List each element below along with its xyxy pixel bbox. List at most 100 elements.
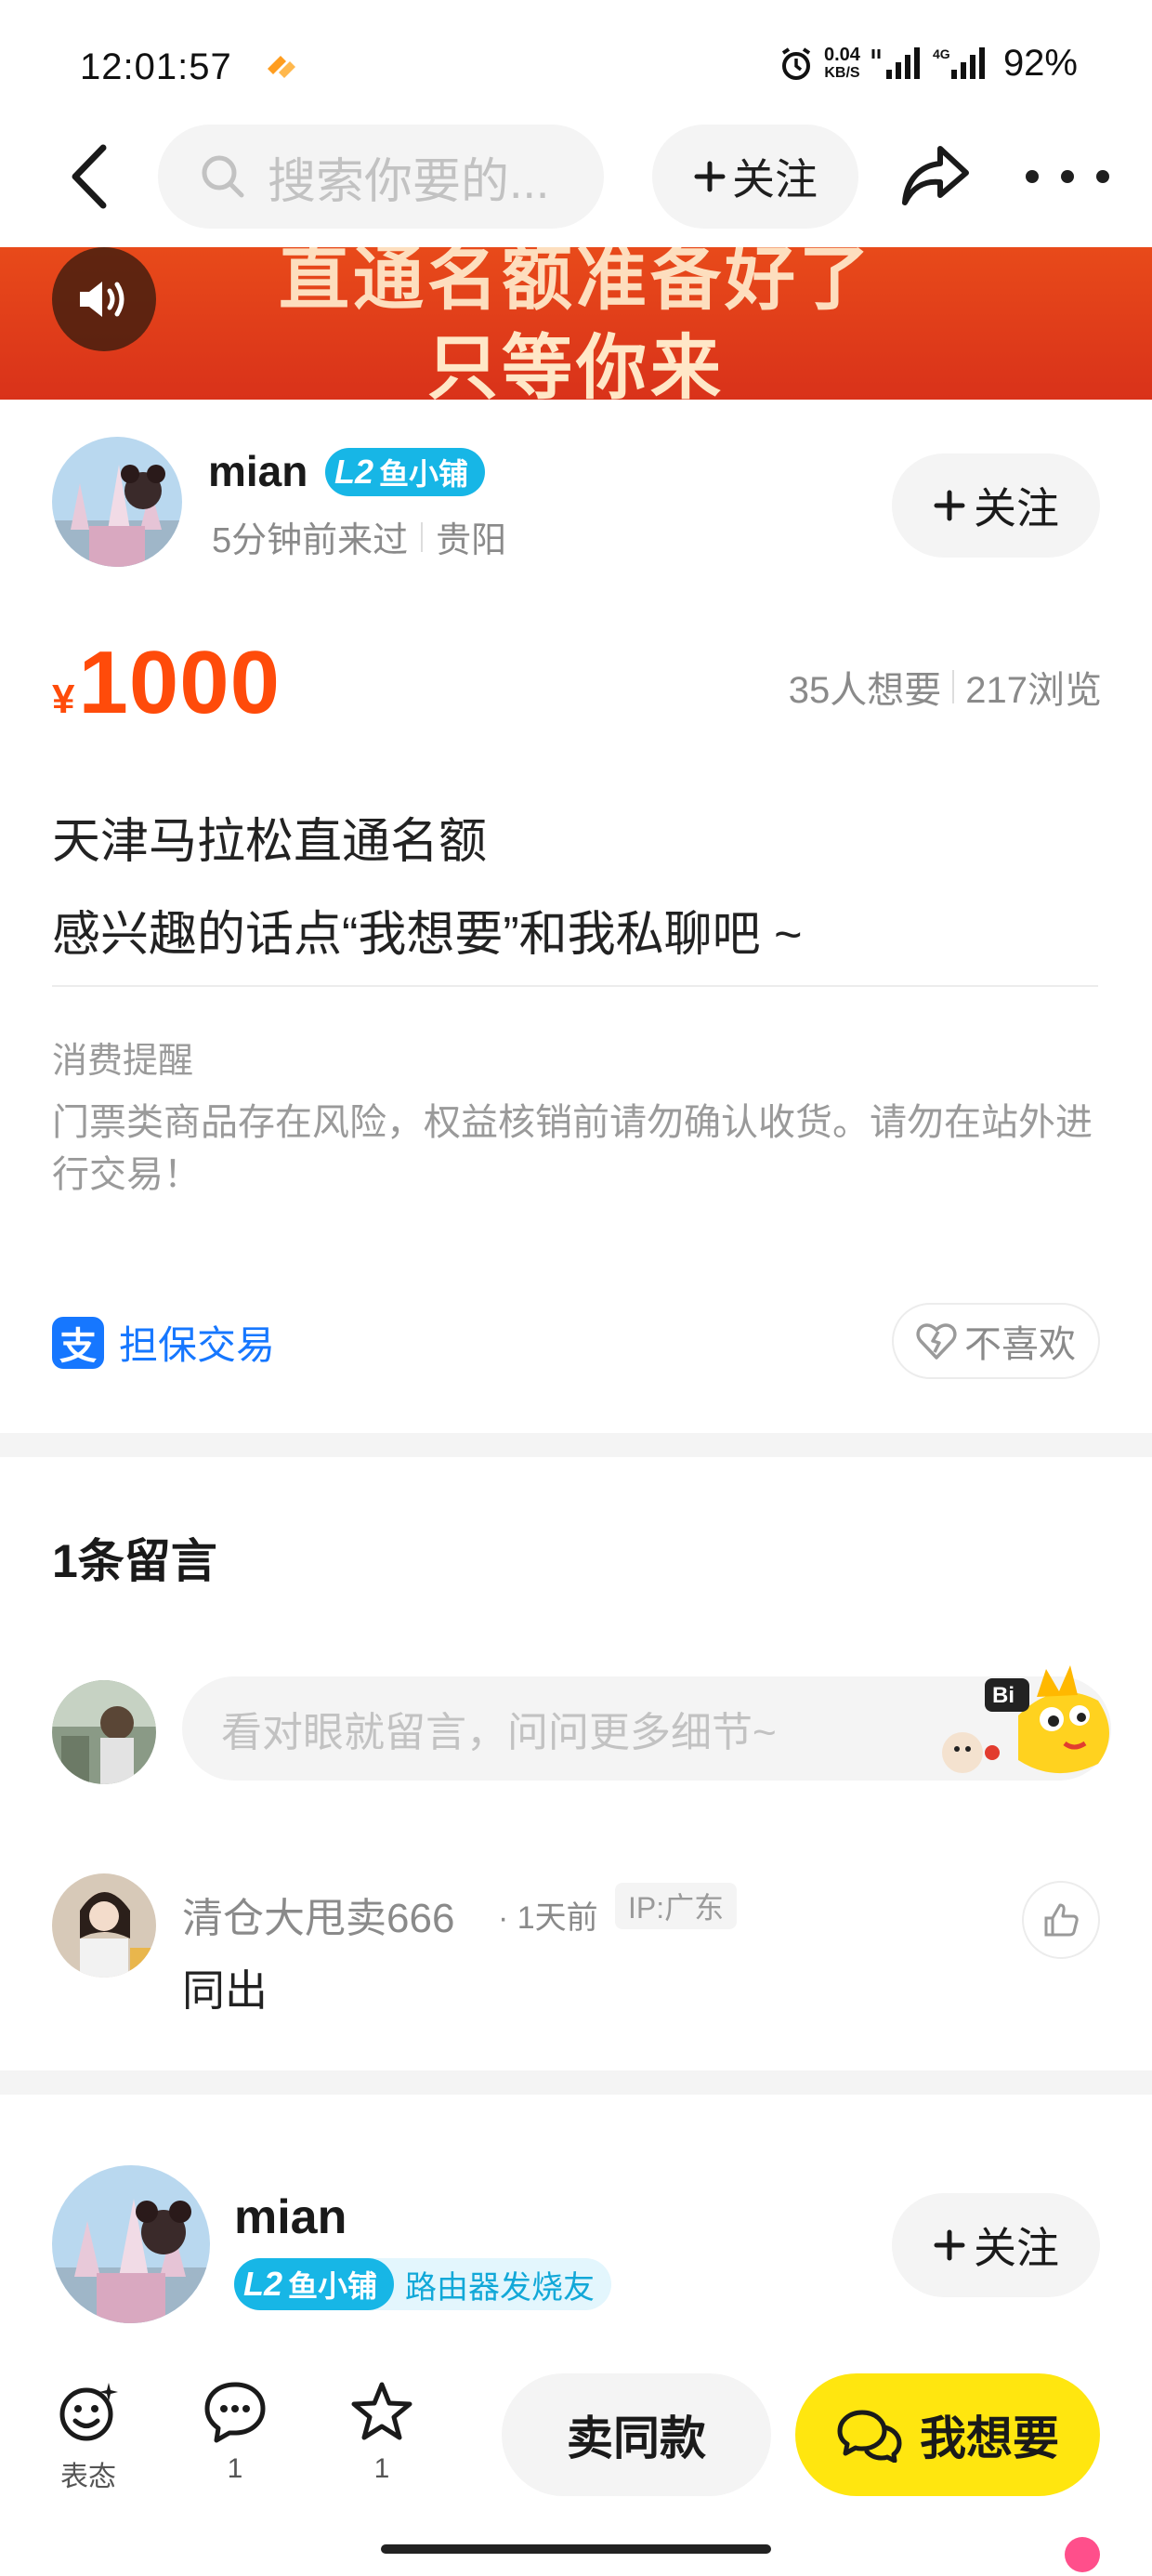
comments-title: 1条留言 — [52, 1535, 217, 1587]
guarantee-trade-link[interactable]: 支 担保交易 — [52, 1314, 275, 1371]
level-label: L2 — [243, 2265, 283, 2303]
back-arrow-icon — [72, 144, 107, 209]
app-notification-icon — [268, 56, 295, 78]
like-comment-button[interactable] — [1022, 1881, 1100, 1959]
app-logo-icon — [1065, 2537, 1100, 2572]
battery-level: 92% — [1002, 43, 1078, 84]
top-nav: 搜索你要的... 关注 — [0, 121, 1152, 232]
interest-tag: 路由器发烧友 — [405, 2269, 596, 2306]
alipay-icon: 支 — [52, 1316, 104, 1369]
want-label: 我想要 — [920, 2412, 1059, 2464]
status-indicators: 0.04 KB/S 4G 92% — [778, 43, 1078, 85]
share-icon — [902, 146, 969, 205]
react-label: 表态 — [60, 2462, 116, 2492]
signal-4g-icon — [871, 46, 920, 79]
commenter-name[interactable]: 清仓大甩卖666 — [182, 1885, 454, 1944]
comment-placeholder: 看对眼就留言，问问更多细节~ — [221, 1710, 777, 1755]
ip-tag: IP:广东 — [615, 1883, 738, 1929]
comment-item: 清仓大甩卖666 · 1天前 IP:广东 同出 — [0, 1868, 1152, 2026]
dot-icon — [1096, 170, 1109, 183]
svg-text:4G: 4G — [933, 46, 950, 61]
shop-label: 鱼小铺 — [288, 2269, 378, 2303]
sell-same-button[interactable]: 卖同款 — [502, 2373, 771, 2496]
comment-button[interactable]: 1 — [184, 2379, 286, 2485]
seller-avatar[interactable] — [52, 437, 182, 567]
my-avatar — [52, 1680, 156, 1784]
avatar-image — [52, 437, 182, 567]
guarantee-label: 担保交易 — [119, 1323, 276, 1367]
star-icon — [351, 2382, 412, 2440]
comment-time: · 1天前 — [498, 1900, 598, 1936]
commenter-avatar[interactable] — [52, 1873, 156, 1978]
follow-label: 关注 — [974, 2224, 1059, 2272]
follow-button-top[interactable]: 关注 — [652, 125, 858, 229]
follow-seller-card-button[interactable]: 关注 — [892, 2193, 1100, 2297]
price-value: 1000 — [78, 633, 281, 732]
media-banner[interactable]: 直通名额准备好了 只等你来 — [0, 247, 1152, 400]
last-seen: 5分钟前来过 — [212, 521, 409, 560]
favorite-button[interactable]: 1 — [331, 2379, 433, 2485]
currency-symbol: ¥ — [52, 677, 75, 722]
seller-card-avatar[interactable] — [52, 2165, 210, 2323]
price-row: ¥ 1000 35人想要 217浏览 — [52, 632, 1102, 732]
seller-card: mian L2 鱼小铺 路由器发烧友 关注 — [0, 2165, 1152, 2323]
notice-title: 消费提醒 — [52, 1042, 194, 1081]
banner-text-line2: 只等你来 — [427, 329, 725, 400]
dot-icon — [1061, 170, 1074, 183]
want-count: 35人想要 — [788, 670, 942, 711]
shop-level-badge[interactable]: L2 鱼小铺 — [325, 448, 486, 496]
seller-card-badges[interactable]: L2 鱼小铺 路由器发烧友 — [234, 2258, 612, 2310]
dislike-button[interactable]: 不喜欢 — [892, 1303, 1100, 1379]
view-count: 217浏览 — [965, 670, 1102, 711]
thumbs-up-icon — [1044, 1903, 1079, 1937]
svg-text:Bi: Bi — [992, 1683, 1015, 1708]
status-bar: 12:01:57 0.04 KB/S 4G 92% — [0, 0, 1152, 139]
follow-seller-button[interactable]: 关注 — [892, 453, 1100, 558]
broken-heart-icon — [916, 1323, 957, 1360]
plus-icon — [934, 490, 965, 521]
sound-toggle-button[interactable] — [52, 247, 156, 351]
price: ¥ 1000 — [52, 632, 281, 734]
divider — [52, 985, 1098, 987]
avatar-image — [52, 2165, 210, 2323]
follow-label: 关注 — [974, 484, 1059, 532]
signal-4g-icon-2: 4G — [933, 46, 985, 79]
more-options-button[interactable] — [1026, 149, 1109, 204]
home-indicator[interactable] — [381, 2544, 771, 2554]
shop-label: 鱼小铺 — [379, 457, 469, 491]
react-button[interactable]: 表态 — [37, 2379, 139, 2494]
dislike-label: 不喜欢 — [964, 1324, 1076, 1365]
seller-meta: 5分钟前来过 贵阳 — [212, 511, 506, 562]
notice-body: 门票类商品存在风险，权益核销前请勿确认收货。请勿在站外进行交易！ — [52, 1102, 1093, 1195]
comment-bubble-icon — [204, 2382, 266, 2443]
status-time: 12:01:57 — [80, 46, 232, 87]
comment-count: 1 — [227, 2453, 243, 2484]
item-description: 天津马拉松直通名额 感兴趣的话点“我想要”和我私聊吧 ~ — [52, 795, 1102, 981]
seller-name[interactable]: mian — [208, 446, 308, 496]
section-divider — [0, 1433, 1152, 1457]
comment-text: 同出 — [182, 1966, 268, 2015]
search-icon — [202, 155, 244, 198]
chat-bubbles-icon — [837, 2410, 902, 2463]
seller-card-name[interactable]: mian — [234, 2189, 347, 2245]
section-divider — [0, 2070, 1152, 2095]
shop-level-badge: L2 鱼小铺 — [234, 2258, 395, 2310]
divider — [952, 670, 955, 703]
search-input[interactable]: 搜索你要的... — [158, 125, 604, 229]
search-placeholder: 搜索你要的... — [268, 154, 550, 209]
divider — [421, 521, 424, 552]
level-label: L2 — [334, 453, 374, 491]
share-button[interactable] — [897, 139, 981, 214]
dot-icon — [1026, 170, 1039, 183]
speaker-icon — [80, 282, 124, 317]
item-title: 天津马拉松直通名额 — [52, 815, 488, 869]
seller-location: 贵阳 — [436, 521, 507, 560]
avatar-image — [52, 1873, 156, 1978]
want-button[interactable]: 我想要 — [795, 2373, 1100, 2496]
seller-header: mian L2 鱼小铺 5分钟前来过 贵阳 关注 — [0, 437, 1152, 576]
item-stats: 35人想要 217浏览 — [789, 660, 1102, 714]
favorite-count: 1 — [373, 2453, 390, 2484]
back-button[interactable] — [56, 139, 121, 214]
avatar-image — [52, 1680, 156, 1784]
fish-mascot-icon: Bi — [942, 1665, 1109, 1774]
